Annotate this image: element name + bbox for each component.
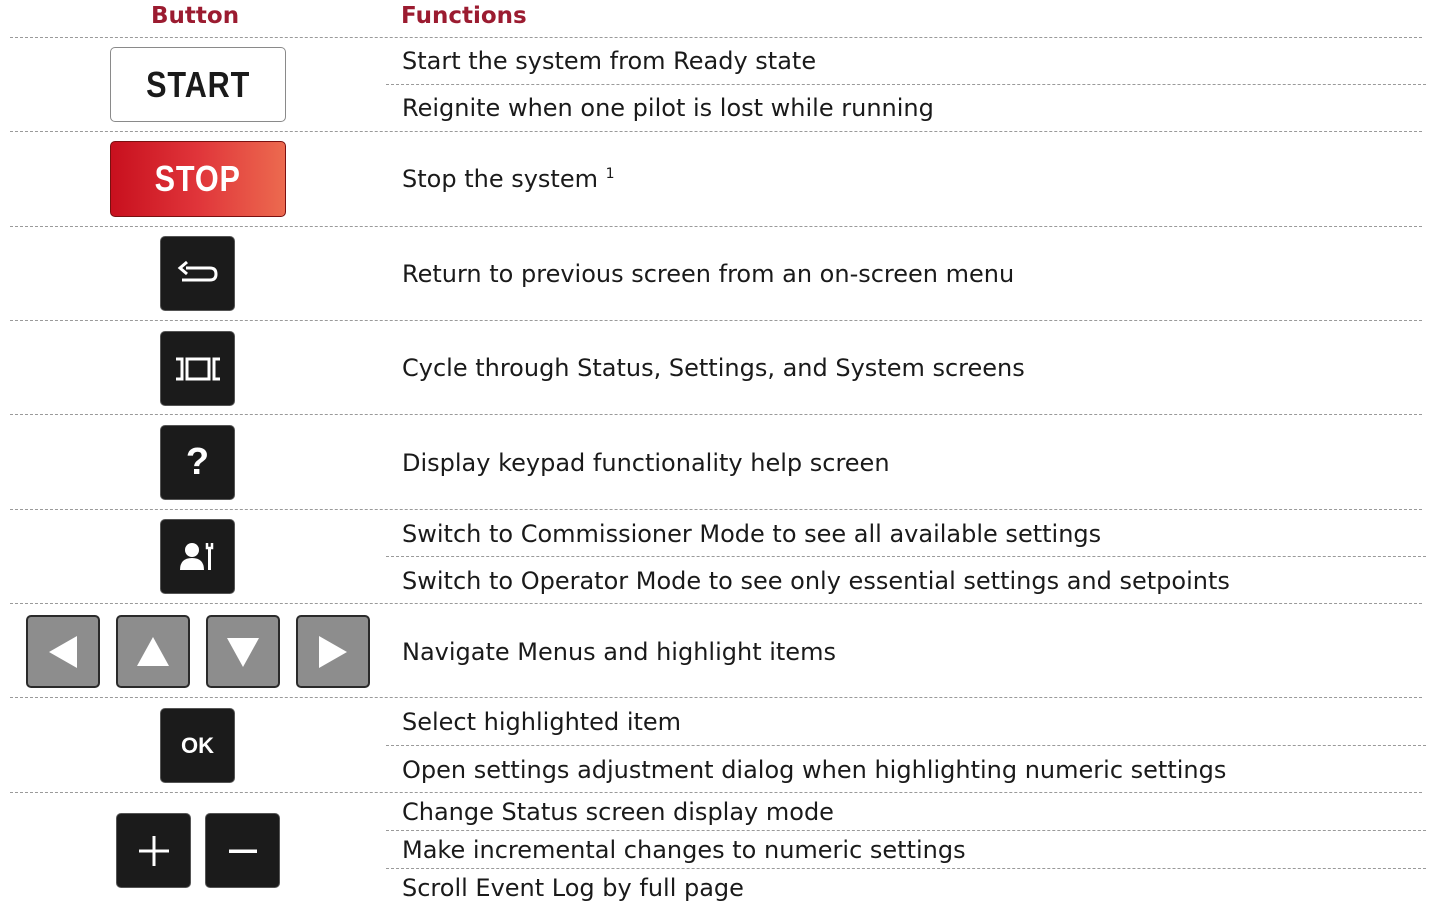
function-text: Cycle through Status, Settings, and Syst…	[402, 354, 1025, 382]
start-button[interactable]: START	[110, 47, 286, 122]
sub-row-divider	[386, 84, 1426, 85]
up-arrow-button[interactable]	[116, 615, 190, 688]
footnote-marker: 1	[605, 166, 615, 182]
row-divider	[10, 37, 1422, 38]
screen-cycle-icon	[175, 357, 220, 380]
minus-icon	[228, 849, 257, 853]
function-label: Stop the system	[402, 165, 598, 193]
function-text: Select highlighted item	[402, 708, 682, 736]
right-arrow-button[interactable]	[296, 615, 370, 688]
stop-button[interactable]: STOP	[110, 141, 286, 217]
row-divider	[10, 792, 1422, 793]
left-arrow-icon	[49, 635, 77, 668]
row-divider	[10, 131, 1422, 132]
mode-switch-button[interactable]	[160, 519, 235, 594]
help-button[interactable]: ?	[160, 425, 235, 500]
back-button[interactable]	[160, 236, 235, 311]
left-arrow-button[interactable]	[26, 615, 100, 688]
back-arrow-icon	[177, 260, 218, 281]
sub-row-divider	[386, 830, 1426, 831]
function-text: Switch to Commissioner Mode to see all a…	[402, 520, 1102, 548]
row-divider	[10, 603, 1422, 604]
row-divider	[10, 414, 1422, 415]
plus-button[interactable]	[116, 813, 191, 888]
ok-button[interactable]: OK	[160, 708, 235, 783]
stop-button-label: STOP	[154, 158, 242, 199]
ok-button-label: OK	[181, 732, 214, 758]
function-text: Start the system from Ready state	[402, 47, 817, 75]
minus-button[interactable]	[205, 813, 280, 888]
start-button-label: START	[146, 63, 250, 105]
row-divider	[10, 509, 1422, 510]
function-text: Stop the system 1	[402, 164, 615, 194]
down-arrow-icon	[227, 637, 259, 667]
column-header-functions: Functions	[401, 3, 527, 29]
row-divider	[10, 320, 1422, 321]
screen-cycle-button[interactable]	[160, 331, 235, 406]
mode-switch-icon	[179, 542, 213, 570]
sub-row-divider	[386, 556, 1426, 557]
sub-row-divider	[386, 868, 1426, 869]
function-text: Switch to Operator Mode to see only esse…	[402, 567, 1230, 595]
function-text: Make incremental changes to numeric sett…	[402, 836, 966, 864]
function-text: Change Status screen display mode	[402, 798, 834, 826]
function-text: Navigate Menus and highlight items	[402, 638, 836, 666]
right-arrow-icon	[319, 635, 347, 668]
function-text: Open settings adjustment dialog when hig…	[402, 756, 1227, 784]
up-arrow-icon	[137, 636, 169, 666]
row-divider	[10, 697, 1422, 698]
function-text: Scroll Event Log by full page	[402, 874, 744, 902]
function-text: Display keypad functionality help screen	[402, 449, 890, 477]
help-icon: ?	[185, 441, 210, 483]
function-text: Return to previous screen from an on-scr…	[402, 260, 1015, 288]
sub-row-divider	[386, 745, 1426, 746]
row-divider	[10, 226, 1422, 227]
down-arrow-button[interactable]	[206, 615, 280, 688]
plus-icon	[138, 835, 169, 866]
column-header-button: Button	[151, 3, 240, 29]
function-text: Reignite when one pilot is lost while ru…	[402, 94, 934, 122]
